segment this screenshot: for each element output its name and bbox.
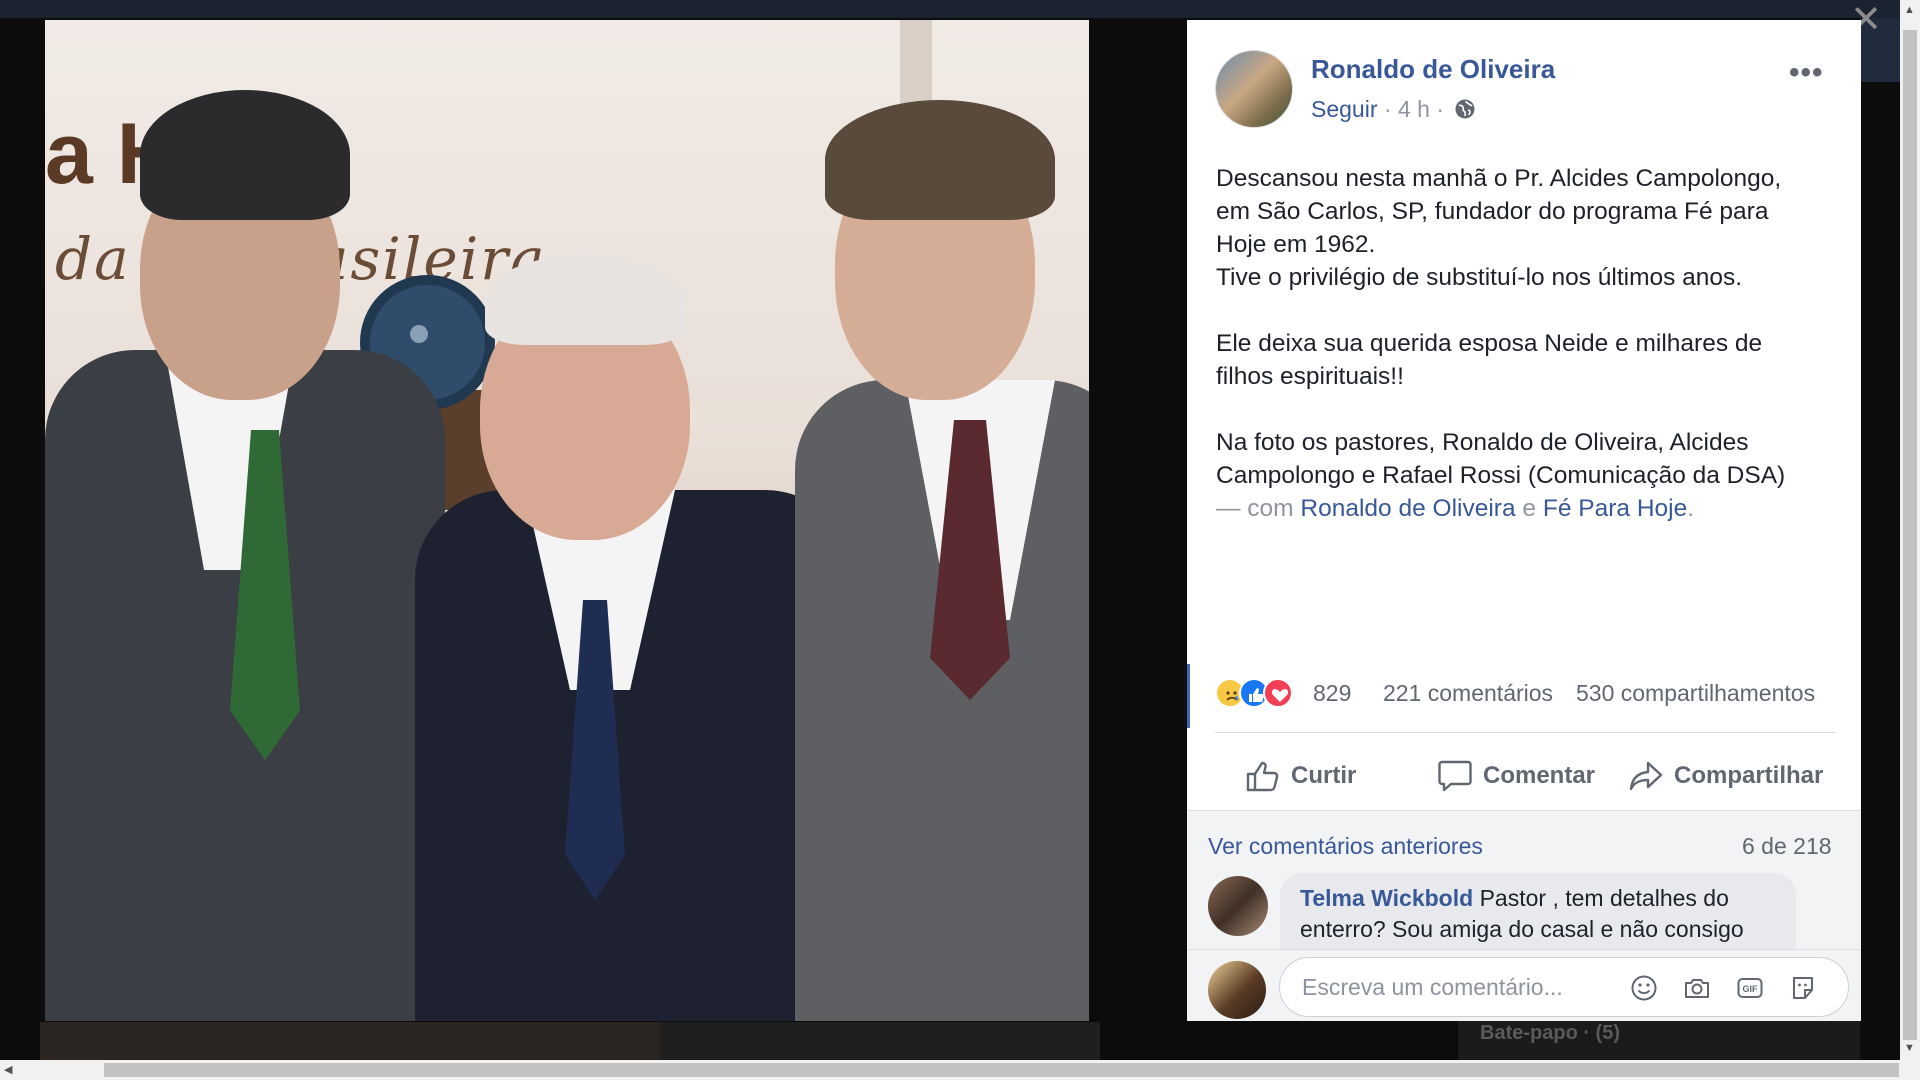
globe-icon[interactable]	[1454, 98, 1476, 126]
commenter-avatar[interactable]	[1208, 876, 1268, 936]
comment-button-label: Comentar	[1483, 762, 1596, 789]
post-paragraph-2: Ele deixa sua querida esposa Neide e mil…	[1216, 327, 1836, 393]
meta-separator: ·	[1383, 96, 1392, 122]
post-line: Tive o privilégio de substituí-lo nos úl…	[1216, 264, 1743, 291]
scroll-up-icon[interactable]: ▲	[1904, 4, 1915, 16]
author-avatar[interactable]	[1215, 50, 1293, 128]
share-arrow-icon	[1629, 761, 1663, 791]
post-line: Descansou nesta manhã o Pr. Alcides Camp…	[1216, 165, 1782, 192]
post-line: Hoje em 1962.	[1216, 231, 1376, 258]
scroll-left-icon[interactable]: ◀	[4, 1063, 12, 1076]
post-text: Descansou nesta manhã o Pr. Alcides Camp…	[1216, 162, 1836, 525]
horizontal-scrollbar[interactable]: ◀	[0, 1060, 1920, 1080]
horizontal-scroll-thumb[interactable]	[104, 1063, 1899, 1077]
post-line: Na foto os pastores, Ronaldo de Oliveira…	[1216, 429, 1749, 456]
post-paragraph-3: Na foto os pastores, Ronaldo de Oliveira…	[1216, 426, 1836, 525]
meta-separator-2: ·	[1436, 96, 1444, 122]
tagged-user-link[interactable]: Ronaldo de Oliveira	[1300, 495, 1515, 522]
share-button-label: Compartilhar	[1674, 762, 1824, 789]
comment-text-continued: enterro? Sou amiga do casal e não consig…	[1300, 916, 1744, 942]
reaction-count[interactable]: 829	[1313, 680, 1351, 707]
focus-accent	[1187, 664, 1190, 728]
camera-icon[interactable]	[1683, 974, 1711, 1002]
view-previous-comments-link[interactable]: Ver comentários anteriores	[1208, 833, 1483, 860]
post-line: em São Carlos, SP, fundador do programa …	[1216, 198, 1769, 225]
shares-count[interactable]: 530 compartilhamentos	[1576, 680, 1815, 707]
post-line: Ele deixa sua querida esposa Neide e mil…	[1216, 330, 1763, 357]
with-prefix: — com	[1216, 495, 1294, 522]
like-button-label: Curtir	[1291, 762, 1357, 789]
and-text: e	[1522, 495, 1537, 522]
author-name[interactable]: Ronaldo de Oliveira	[1311, 54, 1555, 85]
background-photo-strip-2	[660, 1022, 1100, 1060]
chat-bar-label: Bate-papo · (5)	[1480, 1022, 1620, 1044]
current-user-avatar[interactable]	[1208, 961, 1266, 1019]
more-options-icon[interactable]: •••	[1789, 56, 1824, 90]
gif-icon[interactable]: GIF	[1736, 974, 1764, 1002]
background-top-bar	[0, 0, 1900, 18]
love-reaction-icon	[1263, 678, 1293, 708]
comment-button[interactable]: Comentar	[1437, 753, 1595, 799]
svg-text:GIF: GIF	[1743, 984, 1759, 994]
comment-author[interactable]: Telma Wickbold	[1300, 885, 1473, 911]
like-button[interactable]: Curtir	[1245, 753, 1356, 799]
thumbs-up-icon	[1246, 761, 1279, 792]
sticker-icon[interactable]	[1789, 974, 1817, 1002]
post-time[interactable]: 4 h	[1398, 96, 1430, 122]
scroll-down-icon[interactable]: ▼	[1904, 1042, 1915, 1054]
background-photo-strip	[40, 1022, 660, 1060]
comments-count[interactable]: 221 comentários	[1383, 680, 1553, 707]
post-paragraph-1: Descansou nesta manhã o Pr. Alcides Camp…	[1216, 162, 1836, 294]
period-text: .	[1687, 495, 1695, 522]
tagged-page-link[interactable]: Fé Para Hoje	[1543, 495, 1687, 522]
vertical-scrollbar[interactable]: ▲ ▼	[1900, 0, 1920, 1060]
emoji-icon[interactable]	[1630, 974, 1658, 1002]
post-photo[interactable]: a H da ão brasileira...	[45, 20, 1089, 1021]
vertical-scroll-thumb[interactable]	[1903, 30, 1917, 1040]
comment-pager: 6 de 218	[1742, 833, 1832, 859]
comment-bubble: Telma Wickbold Pastor , tem detalhes do …	[1280, 873, 1796, 949]
follow-link[interactable]: Seguir	[1311, 96, 1377, 122]
post-meta: Seguir · 4 h ·	[1311, 96, 1476, 126]
comment-input-row: GIF	[1187, 949, 1861, 1021]
post-line: Campolongo e Rafael Rossi (Comunicação d…	[1216, 462, 1786, 489]
post-panel: Ronaldo de Oliveira Seguir · 4 h · ••• D…	[1187, 20, 1861, 1021]
post-line: filhos espirituais!!	[1216, 363, 1404, 390]
share-button[interactable]: Compartilhar	[1628, 753, 1823, 799]
divider	[1215, 732, 1835, 733]
comments-section: Ver comentários anteriores 6 de 218 Telm…	[1187, 811, 1861, 949]
comment-text: Pastor , tem detalhes do	[1479, 885, 1729, 911]
comment-bubble-icon	[1438, 760, 1472, 792]
